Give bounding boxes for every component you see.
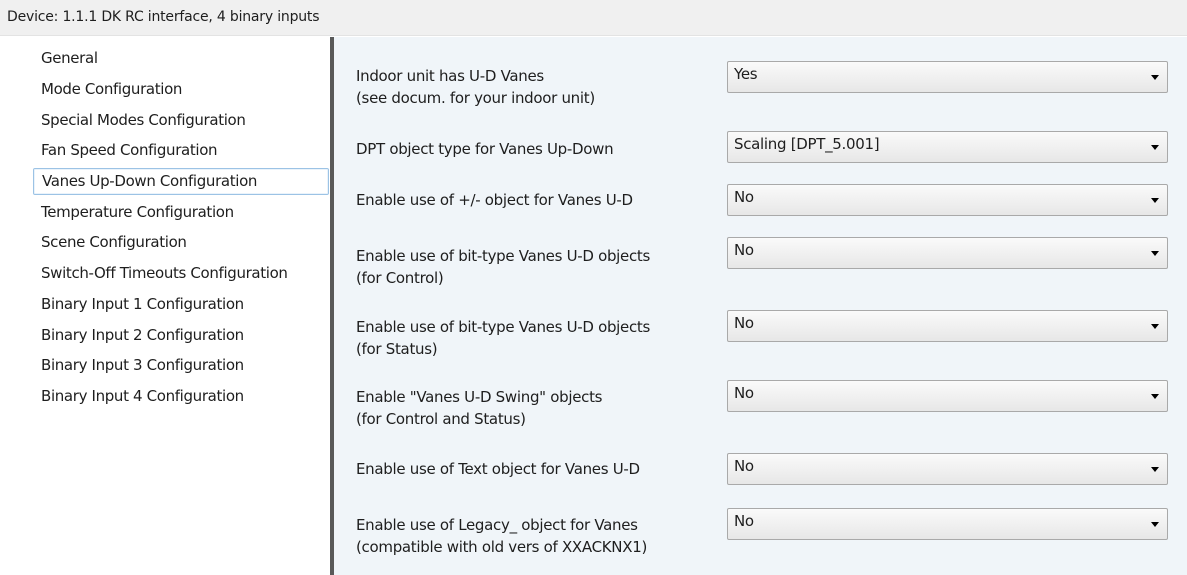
chevron-down-icon bbox=[1151, 324, 1159, 329]
sidebar-item-label: Binary Input 1 Configuration bbox=[41, 295, 244, 313]
sidebar-item-binary-input-2-configuration[interactable]: Binary Input 2 Configuration bbox=[33, 322, 329, 349]
sidebar-item-label: Binary Input 2 Configuration bbox=[41, 326, 244, 344]
sidebar-item-label: General bbox=[41, 49, 98, 67]
legacy-object-select[interactable]: No bbox=[727, 508, 1168, 540]
select-value: No bbox=[734, 512, 754, 530]
param-label-line: DPT object type for Vanes Up-Down bbox=[356, 140, 614, 158]
dpt-object-type-select[interactable]: Scaling [DPT_5.001] bbox=[727, 131, 1168, 163]
sidebar-item-label: Mode Configuration bbox=[41, 80, 183, 98]
sidebar-item-fan-speed-configuration[interactable]: Fan Speed Configuration bbox=[33, 137, 329, 164]
param-label-line: Enable use of bit-type Vanes U-D objects bbox=[356, 247, 651, 265]
select-value: No bbox=[734, 241, 754, 259]
param-label-line: (see docum. for your indoor unit) bbox=[356, 89, 595, 107]
sidebar-nav: General Mode Configuration Special Modes… bbox=[0, 37, 330, 575]
sidebar-item-binary-input-3-configuration[interactable]: Binary Input 3 Configuration bbox=[33, 352, 329, 379]
param-label-plus-minus-object: Enable use of +/- object for Vanes U-D bbox=[356, 189, 716, 211]
sidebar-item-label: Switch-Off Timeouts Configuration bbox=[41, 264, 288, 282]
bit-type-control-select[interactable]: No bbox=[727, 237, 1168, 269]
sidebar-item-vanes-up-down-configuration[interactable]: Vanes Up-Down Configuration bbox=[33, 168, 329, 195]
vanes-swing-select[interactable]: No bbox=[727, 380, 1168, 412]
param-label-dpt-object-type: DPT object type for Vanes Up-Down bbox=[356, 138, 716, 160]
select-value: No bbox=[734, 314, 754, 332]
window-title: Device: 1.1.1 DK RC interface, 4 binary … bbox=[7, 9, 320, 25]
sidebar-item-mode-configuration[interactable]: Mode Configuration bbox=[33, 76, 329, 103]
select-value: No bbox=[734, 457, 754, 475]
param-label-vanes-swing: Enable "Vanes U-D Swing" objects (for Co… bbox=[356, 386, 716, 430]
sidebar-item-scene-configuration[interactable]: Scene Configuration bbox=[33, 229, 329, 256]
param-label-indoor-unit-has-ud-vanes: Indoor unit has U-D Vanes (see docum. fo… bbox=[356, 65, 716, 109]
sidebar-item-special-modes-configuration[interactable]: Special Modes Configuration bbox=[33, 107, 329, 134]
sidebar-item-binary-input-1-configuration[interactable]: Binary Input 1 Configuration bbox=[33, 291, 329, 318]
param-label-line: (for Control) bbox=[356, 269, 444, 287]
param-label-line: Enable use of +/- object for Vanes U-D bbox=[356, 191, 633, 209]
parameter-panel: Indoor unit has U-D Vanes (see docum. fo… bbox=[334, 37, 1187, 575]
param-label-line: Enable use of bit-type Vanes U-D objects bbox=[356, 318, 651, 336]
sidebar-item-label: Binary Input 4 Configuration bbox=[41, 387, 244, 405]
select-value: No bbox=[734, 384, 754, 402]
select-value: Yes bbox=[734, 65, 758, 83]
sidebar-item-binary-input-4-configuration[interactable]: Binary Input 4 Configuration bbox=[33, 383, 329, 410]
select-value: No bbox=[734, 188, 754, 206]
chevron-down-icon bbox=[1151, 75, 1159, 80]
param-label-line: (compatible with old vers of XXACKNX1) bbox=[356, 538, 647, 556]
sidebar-item-label: Scene Configuration bbox=[41, 233, 187, 251]
param-label-line: Enable "Vanes U-D Swing" objects bbox=[356, 388, 603, 406]
param-label-line: Enable use of Text object for Vanes U-D bbox=[356, 460, 640, 478]
sidebar-item-label: Binary Input 3 Configuration bbox=[41, 356, 244, 374]
sidebar-item-label: Temperature Configuration bbox=[41, 203, 234, 221]
sidebar-item-label: Special Modes Configuration bbox=[41, 111, 246, 129]
param-label-bit-type-status: Enable use of bit-type Vanes U-D objects… bbox=[356, 316, 716, 360]
sidebar-item-switch-off-timeouts-configuration[interactable]: Switch-Off Timeouts Configuration bbox=[33, 260, 329, 287]
bit-type-status-select[interactable]: No bbox=[727, 310, 1168, 342]
param-label-text-object: Enable use of Text object for Vanes U-D bbox=[356, 458, 716, 480]
param-label-legacy-object: Enable use of Legacy_ object for Vanes (… bbox=[356, 514, 716, 558]
text-object-select[interactable]: No bbox=[727, 453, 1168, 485]
chevron-down-icon bbox=[1151, 198, 1159, 203]
param-label-bit-type-control: Enable use of bit-type Vanes U-D objects… bbox=[356, 245, 716, 289]
title-bar: Device: 1.1.1 DK RC interface, 4 binary … bbox=[0, 0, 1187, 36]
param-label-line: (for Control and Status) bbox=[356, 410, 526, 428]
sidebar-item-temperature-configuration[interactable]: Temperature Configuration bbox=[33, 199, 329, 226]
sidebar-item-general[interactable]: General bbox=[33, 45, 329, 72]
device-parameters-window: Device: 1.1.1 DK RC interface, 4 binary … bbox=[0, 0, 1187, 575]
indoor-unit-has-ud-vanes-select[interactable]: Yes bbox=[727, 61, 1168, 93]
param-label-line: Enable use of Legacy_ object for Vanes bbox=[356, 516, 638, 534]
chevron-down-icon bbox=[1151, 522, 1159, 527]
param-label-line: Indoor unit has U-D Vanes bbox=[356, 67, 544, 85]
chevron-down-icon bbox=[1151, 145, 1159, 150]
param-label-line: (for Status) bbox=[356, 340, 438, 358]
chevron-down-icon bbox=[1151, 467, 1159, 472]
sidebar-item-label: Fan Speed Configuration bbox=[41, 141, 218, 159]
select-value: Scaling [DPT_5.001] bbox=[734, 135, 880, 153]
plus-minus-object-select[interactable]: No bbox=[727, 184, 1168, 216]
sidebar-item-label: Vanes Up-Down Configuration bbox=[42, 172, 258, 190]
chevron-down-icon bbox=[1151, 394, 1159, 399]
chevron-down-icon bbox=[1151, 251, 1159, 256]
